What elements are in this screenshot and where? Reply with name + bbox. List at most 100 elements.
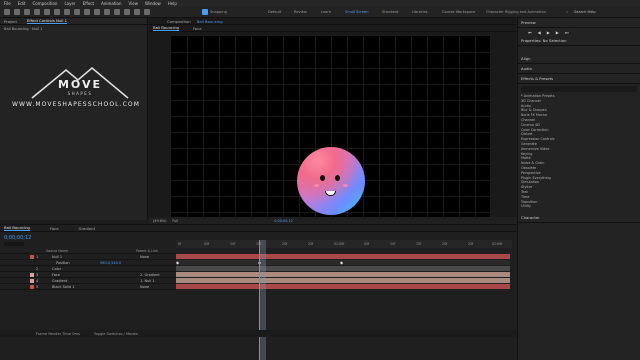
effect-controls-panel: Project Effect Controls Null 1 Ball Boun…: [0, 18, 148, 220]
col-parent-link: Parent & Link: [136, 249, 158, 253]
preview-section[interactable]: Preview: [518, 18, 640, 28]
camera-tool-icon[interactable]: [54, 9, 60, 15]
menu-window[interactable]: Window: [145, 1, 161, 6]
logo-subtitle: SHAPES: [68, 91, 93, 96]
pen-tool-icon[interactable]: [84, 9, 90, 15]
roto-tool-icon[interactable]: [134, 9, 140, 15]
layer-bar[interactable]: [176, 278, 510, 283]
layer-bar[interactable]: [176, 266, 510, 271]
timeline-tab-ball-bouncing[interactable]: Ball Bouncing: [4, 225, 30, 231]
snapping-label: Snapping: [210, 10, 227, 14]
preview-controls: ⏮ ◀ ▶ ▶ ⏭: [518, 28, 640, 36]
zoom-tool-icon[interactable]: [34, 9, 40, 15]
snapping-checkbox[interactable]: [202, 9, 208, 15]
next-frame-icon[interactable]: ▶: [556, 30, 559, 35]
zoom-dropdown[interactable]: (49.6%): [153, 219, 166, 223]
logo-title: MOVE: [58, 78, 102, 91]
menu-animation[interactable]: Animation: [101, 1, 121, 6]
timeline-timecode[interactable]: 0;00;00;12: [4, 235, 31, 241]
character-section[interactable]: Character: [518, 213, 640, 224]
menu-composition[interactable]: Composition: [32, 1, 57, 6]
layer-bar[interactable]: [176, 272, 510, 277]
audio-section[interactable]: Audio: [518, 64, 640, 74]
workspace-course[interactable]: Course Workspace: [442, 10, 475, 14]
ball-character[interactable]: [297, 147, 365, 215]
keyframe-icon[interactable]: ◆: [340, 260, 343, 265]
workspace-learn[interactable]: Learn: [321, 10, 331, 14]
keyframe-icon[interactable]: ◆: [176, 260, 179, 265]
comp-name[interactable]: Ball Bouncing: [197, 19, 223, 24]
menu-bar: File Edit Composition Layer Effect Anima…: [0, 0, 640, 7]
eraser-tool-icon[interactable]: [124, 9, 130, 15]
search-help-field[interactable]: Search Help: [574, 10, 596, 14]
menu-view[interactable]: View: [129, 1, 139, 6]
composition-viewer[interactable]: [171, 36, 490, 217]
workspace-character-rigging[interactable]: Character Rigging and Animation: [486, 10, 546, 14]
quality-dropdown[interactable]: Full: [172, 219, 178, 223]
type-tool-icon[interactable]: [94, 9, 100, 15]
comp-header: Composition Ball Bouncing: [149, 18, 516, 25]
workspace-default[interactable]: Default: [268, 10, 281, 14]
tab-effect-controls[interactable]: Effect Controls Null 1: [27, 18, 68, 24]
viewer-timecode[interactable]: 0;00;00;12: [274, 219, 293, 223]
effects-presets-section[interactable]: Effects & Presets: [518, 74, 640, 84]
breadcrumb: Ball Bouncing · Null 1: [4, 27, 43, 31]
logo: MOVE SHAPES: [30, 62, 130, 102]
menu-layer[interactable]: Layer: [64, 1, 75, 6]
clone-tool-icon[interactable]: [114, 9, 120, 15]
table-row[interactable]: 5 Black Solid 1 None: [0, 284, 176, 290]
puppet-tool-icon[interactable]: [144, 9, 150, 15]
home-icon[interactable]: [4, 9, 10, 15]
play-icon[interactable]: ▶: [547, 30, 550, 35]
right-cheek: [343, 184, 348, 187]
website-text: WWW.MOVESHAPESSCHOOL.COM: [11, 101, 141, 108]
shape-tool-icon[interactable]: [74, 9, 80, 15]
tab-ball-bouncing[interactable]: Ball Bouncing: [153, 25, 179, 31]
right-eye: [335, 175, 340, 181]
effects-search-input[interactable]: [521, 86, 637, 92]
toggle-switches-modes[interactable]: Toggle Switches / Modes: [94, 332, 138, 336]
workspace-review[interactable]: Review: [294, 10, 307, 14]
properties-section[interactable]: Properties: No Selection: [518, 36, 640, 46]
timeline-tab-gradient[interactable]: Gradient: [79, 226, 96, 231]
workspace-standard[interactable]: Standard: [382, 10, 398, 14]
comp-tabs: Ball Bouncing Face: [149, 25, 516, 32]
layer-bar[interactable]: ◆ ◆ ◆: [176, 260, 510, 265]
last-frame-icon[interactable]: ⏭: [565, 30, 569, 35]
workspace-small-screen[interactable]: Small Screen: [345, 10, 368, 14]
timeline-tab-face[interactable]: Face: [50, 226, 59, 231]
effects-item[interactable]: Utility: [518, 204, 640, 209]
rotate-tool-icon[interactable]: [44, 9, 50, 15]
col-source-name: Source Name: [46, 249, 69, 253]
time-ruler[interactable]: 0f 05f 10f 15f 20f 25f 01:00f 05f 10f 15…: [176, 240, 512, 248]
workspace-libraries[interactable]: Libraries: [412, 10, 428, 14]
first-frame-icon[interactable]: ⏮: [528, 30, 532, 35]
effects-list: * Animation Presets 3D Channel Audio Blu…: [518, 94, 640, 209]
timeline-status-bar: Frame Render Time 0ms Toggle Switches / …: [0, 330, 516, 337]
pan-behind-tool-icon[interactable]: [64, 9, 70, 15]
tab-project[interactable]: Project: [4, 19, 17, 24]
left-eye: [320, 175, 325, 181]
prev-frame-icon[interactable]: ◀: [538, 30, 541, 35]
playhead[interactable]: [259, 240, 266, 360]
menu-file[interactable]: File: [4, 1, 11, 6]
align-section[interactable]: Align: [518, 54, 640, 64]
left-panel-tabs: Project Effect Controls Null 1: [0, 18, 147, 25]
tab-face[interactable]: Face: [193, 26, 202, 31]
menu-effect[interactable]: Effect: [83, 1, 95, 6]
timeline-search-input[interactable]: [4, 242, 24, 246]
menu-edit[interactable]: Edit: [18, 1, 26, 6]
selection-tool-icon[interactable]: [14, 9, 20, 15]
brush-tool-icon[interactable]: [104, 9, 110, 15]
viewer-controls: (49.6%) Full 0;00;00;12: [149, 217, 516, 224]
search-icon[interactable]: ⌕: [566, 10, 568, 14]
frame-render-time: Frame Render Time 0ms: [36, 331, 80, 336]
menu-help[interactable]: Help: [168, 1, 177, 6]
tools-bar: Snapping Default Review Learn Small Scre…: [0, 7, 640, 18]
layer-bar[interactable]: [176, 254, 510, 259]
layer-bar[interactable]: [176, 284, 510, 289]
mouth: [325, 191, 336, 196]
timeline-tabs: Ball Bouncing Face Gradient: [0, 225, 516, 232]
comp-panel-label: Composition: [167, 18, 191, 24]
hand-tool-icon[interactable]: [24, 9, 30, 15]
